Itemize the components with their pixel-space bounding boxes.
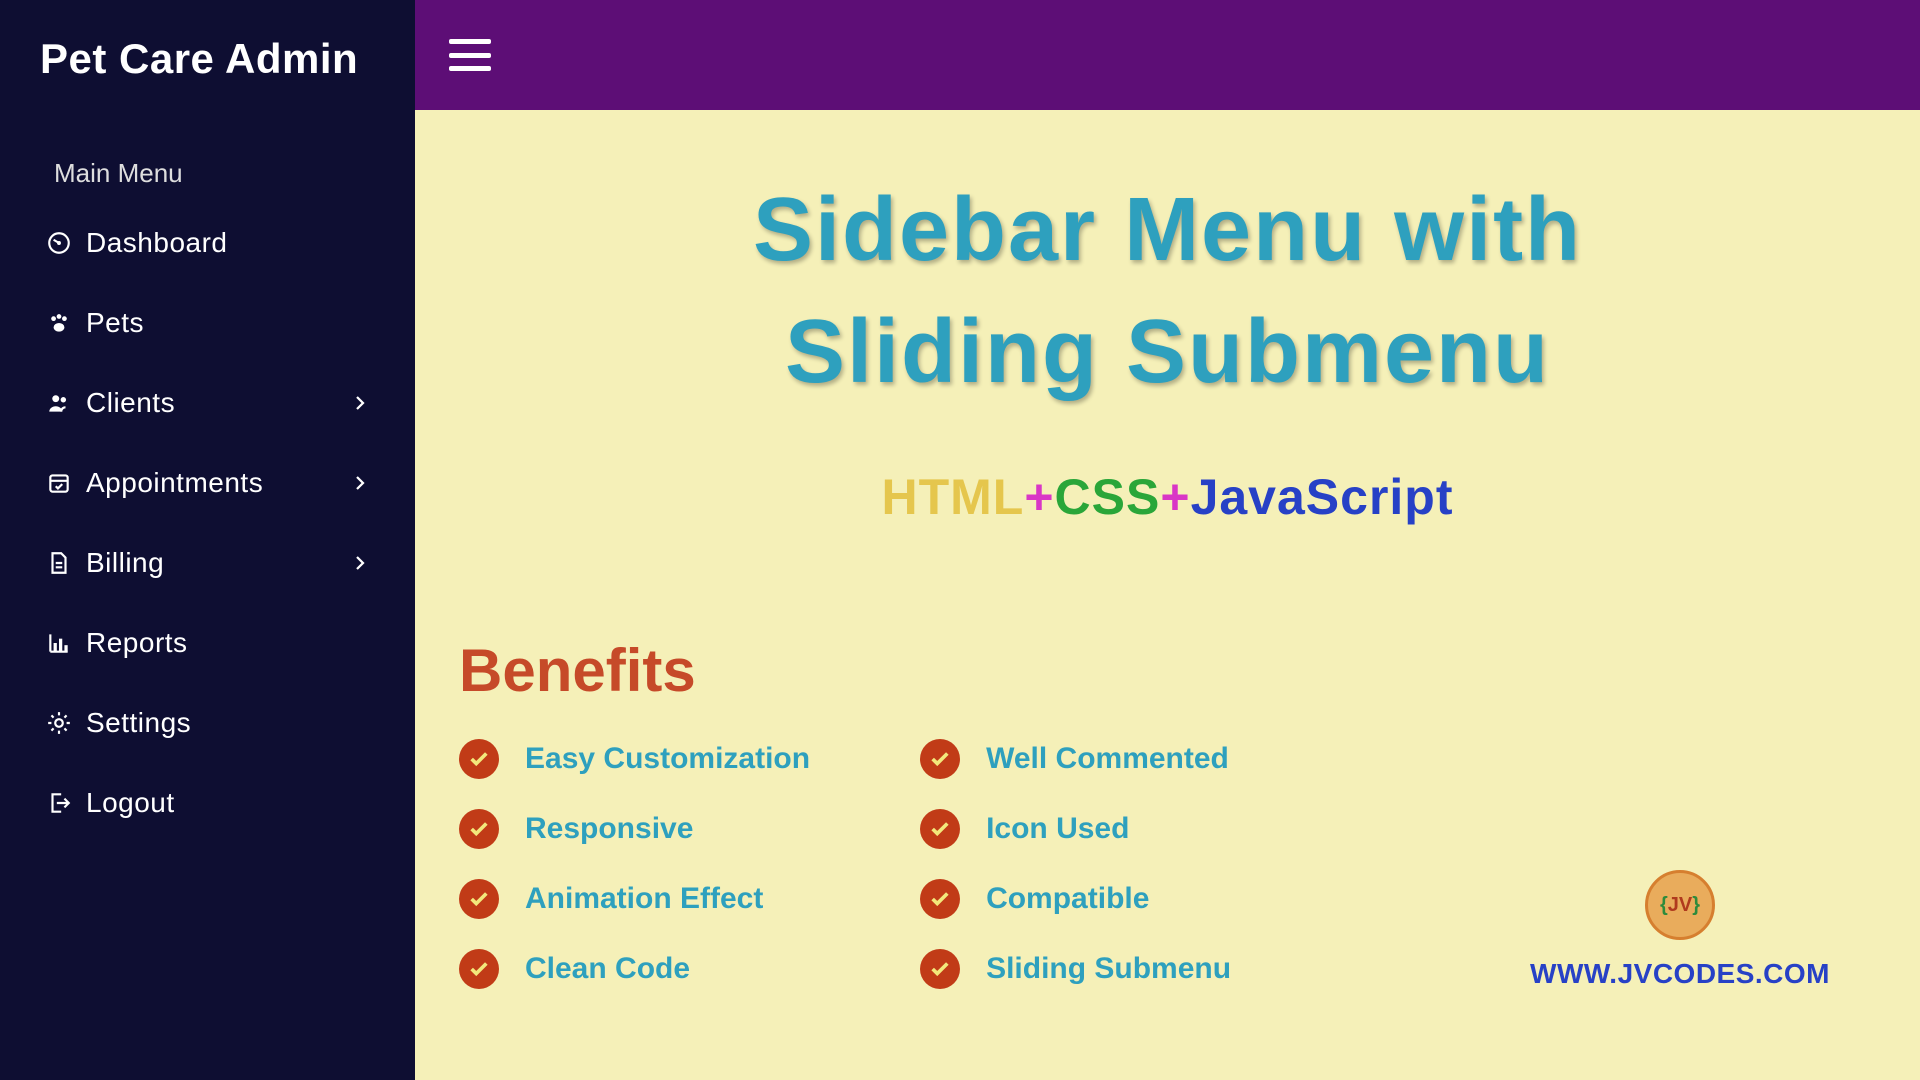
hero-subline: HTML+CSS+JavaScript — [459, 468, 1876, 526]
sub-html: HTML — [882, 469, 1025, 525]
main: Sidebar Menu with Sliding Submenu HTML+C… — [415, 0, 1920, 1080]
benefits-col1: Easy Customization Responsive Animation … — [459, 739, 810, 989]
sidebar-item-label: Pets — [86, 307, 144, 339]
sidebar-item-logout[interactable]: Logout — [0, 763, 415, 843]
sidebar-item-billing[interactable]: Billing — [0, 523, 415, 603]
sidebar-item-label: Logout — [86, 787, 175, 819]
gauge-icon — [46, 230, 72, 256]
chevron-right-icon — [351, 554, 369, 572]
jv-badge: {JV} — [1645, 870, 1715, 940]
benefit-text: Animation Effect — [525, 882, 763, 916]
calendar-icon — [46, 470, 72, 496]
sidebar-item-clients[interactable]: Clients — [0, 363, 415, 443]
sidebar-item-label: Billing — [86, 547, 164, 579]
logout-icon — [46, 790, 72, 816]
benefit-item: Clean Code — [459, 949, 810, 989]
benefit-item: Well Commented — [920, 739, 1231, 779]
sidebar-item-label: Appointments — [86, 467, 263, 499]
sidebar: Pet Care Admin Main Menu Dashboard Pets … — [0, 0, 415, 1080]
paw-icon — [46, 310, 72, 336]
sub-js: JavaScript — [1191, 469, 1454, 525]
sub-plus2: + — [1160, 469, 1190, 525]
benefit-text: Compatible — [986, 882, 1149, 916]
benefit-text: Sliding Submenu — [986, 952, 1231, 986]
benefit-item: Compatible — [920, 879, 1231, 919]
benefits-col2: Well Commented Icon Used Compatible Slid… — [920, 739, 1231, 989]
brand-title: Pet Care Admin — [0, 0, 415, 128]
check-icon — [920, 809, 960, 849]
benefits-heading: Benefits — [459, 636, 1876, 705]
topbar — [415, 0, 1920, 110]
badge-text: JV — [1668, 894, 1692, 916]
check-icon — [920, 879, 960, 919]
sidebar-item-label: Clients — [86, 387, 175, 419]
benefit-item: Sliding Submenu — [920, 949, 1231, 989]
users-icon — [46, 390, 72, 416]
benefit-item: Icon Used — [920, 809, 1231, 849]
check-icon — [459, 949, 499, 989]
content: Sidebar Menu with Sliding Submenu HTML+C… — [415, 110, 1920, 1080]
chart-icon — [46, 630, 72, 656]
hero-title: Sidebar Menu with Sliding Submenu — [459, 170, 1876, 413]
footer-url: WWW.JVCODES.COM — [1530, 958, 1830, 990]
chevron-right-icon — [351, 394, 369, 412]
check-icon — [920, 739, 960, 779]
check-icon — [920, 949, 960, 989]
check-icon — [459, 809, 499, 849]
benefit-text: Well Commented — [986, 742, 1229, 776]
sidebar-item-pets[interactable]: Pets — [0, 283, 415, 363]
benefit-text: Easy Customization — [525, 742, 810, 776]
benefit-text: Responsive — [525, 812, 693, 846]
sidebar-item-reports[interactable]: Reports — [0, 603, 415, 683]
benefit-item: Animation Effect — [459, 879, 810, 919]
benefit-text: Icon Used — [986, 812, 1129, 846]
sidebar-item-dashboard[interactable]: Dashboard — [0, 203, 415, 283]
file-icon — [46, 550, 72, 576]
sidebar-item-label: Settings — [86, 707, 191, 739]
sidebar-item-appointments[interactable]: Appointments — [0, 443, 415, 523]
benefit-item: Responsive — [459, 809, 810, 849]
check-icon — [459, 739, 499, 779]
sub-plus1: + — [1024, 469, 1054, 525]
sidebar-item-label: Reports — [86, 627, 188, 659]
sidebar-item-label: Dashboard — [86, 227, 227, 259]
footer: {JV} WWW.JVCODES.COM — [1530, 870, 1830, 990]
benefit-item: Easy Customization — [459, 739, 810, 779]
sub-css: CSS — [1055, 469, 1161, 525]
sidebar-section-label: Main Menu — [0, 128, 415, 203]
chevron-right-icon — [351, 474, 369, 492]
hamburger-icon[interactable] — [449, 39, 491, 71]
gear-icon — [46, 710, 72, 736]
sidebar-item-settings[interactable]: Settings — [0, 683, 415, 763]
check-icon — [459, 879, 499, 919]
benefit-text: Clean Code — [525, 952, 690, 986]
hero-line2: Sliding Submenu — [785, 302, 1550, 402]
hero-line1: Sidebar Menu with — [753, 180, 1582, 280]
